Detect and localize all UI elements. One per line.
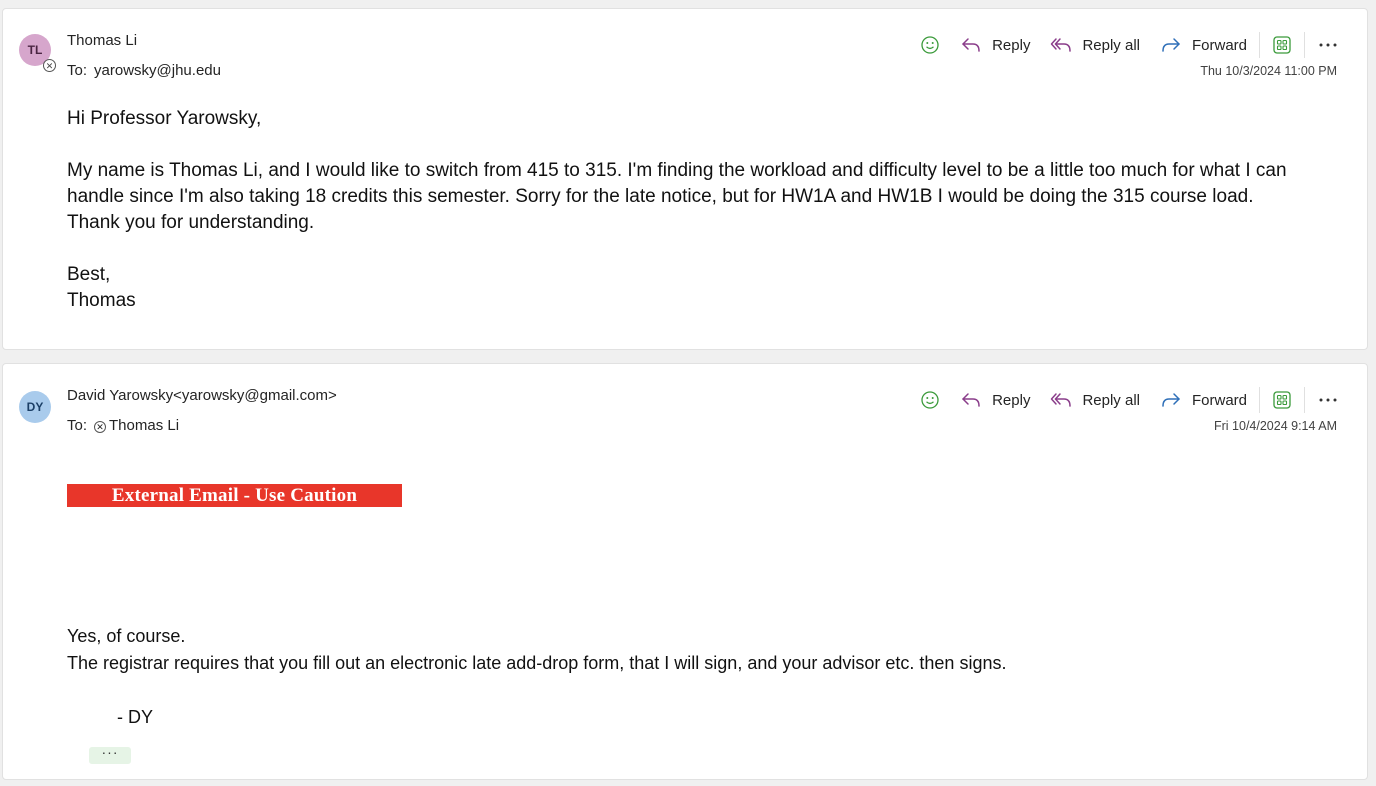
forward-arrow-icon	[1162, 38, 1180, 52]
forward-label: Forward	[1191, 391, 1247, 409]
divider	[1259, 387, 1260, 413]
status-blocked-icon: ✕	[43, 59, 56, 72]
message-body: Yes, of course. The registrar requires t…	[67, 623, 1307, 731]
message-actions: Reply Reply all Forward	[920, 32, 1339, 58]
body-closing: Best,	[67, 264, 111, 285]
react-button[interactable]	[920, 35, 940, 55]
body-paragraph: My name is Thomas Li, and I would like t…	[67, 160, 1287, 233]
to-label: To:	[67, 62, 88, 79]
external-email-banner: External Email - Use Caution	[67, 484, 402, 507]
reply-all-arrow-icon	[1051, 393, 1072, 407]
reply-all-button[interactable]: Reply all	[1050, 391, 1140, 409]
body-line: The registrar requires that you fill out…	[67, 653, 1007, 673]
more-horizontal-icon	[1319, 398, 1337, 402]
message-timestamp: Fri 10/4/2024 9:14 AM	[1214, 419, 1337, 433]
message-card: DY David Yarowsky<yarowsky@gmail.com> To…	[2, 363, 1368, 780]
body-signature: Thomas	[67, 290, 136, 311]
forward-button[interactable]: Forward	[1160, 36, 1247, 54]
reply-all-button[interactable]: Reply all	[1050, 36, 1140, 54]
divider	[1259, 32, 1260, 58]
apps-button[interactable]	[1272, 35, 1292, 55]
message-actions: Reply Reply all Forward	[920, 387, 1339, 413]
apps-grid-icon	[1273, 36, 1291, 54]
body-signature: - DY	[117, 707, 153, 727]
react-button[interactable]	[920, 390, 940, 410]
to-label: To:	[67, 417, 88, 434]
recipient-line: To: ✕ Thomas Li	[67, 417, 179, 434]
avatar[interactable]: TL ✕	[19, 34, 56, 72]
more-horizontal-icon	[1319, 43, 1337, 47]
avatar-initials: TL	[27, 43, 43, 57]
reply-all-arrow-icon	[1051, 38, 1072, 52]
status-blocked-icon: ✕	[94, 421, 107, 433]
reply-button[interactable]: Reply	[960, 391, 1030, 409]
apps-grid-icon	[1273, 391, 1291, 409]
reply-all-label: Reply all	[1082, 36, 1140, 54]
reply-arrow-icon	[962, 38, 980, 52]
recipient[interactable]: Thomas Li	[109, 417, 179, 434]
divider	[1304, 32, 1305, 58]
show-trimmed-content-button[interactable]: ···	[89, 745, 131, 764]
body-line: Yes, of course.	[67, 626, 186, 646]
smiley-icon	[921, 391, 939, 409]
divider	[1304, 387, 1305, 413]
more-actions-button[interactable]	[1317, 390, 1339, 410]
forward-arrow-icon	[1162, 393, 1180, 407]
reply-label: Reply	[992, 391, 1031, 409]
forward-button[interactable]: Forward	[1160, 391, 1247, 409]
apps-button[interactable]	[1272, 390, 1292, 410]
message-card: TL ✕ Thomas Li To: yarowsky@jhu.edu Reply…	[2, 8, 1368, 350]
reply-arrow-icon	[962, 393, 980, 407]
smiley-icon	[921, 36, 939, 54]
sender-name[interactable]: David Yarowsky<yarowsky@gmail.com>	[67, 387, 337, 404]
sender-name[interactable]: Thomas Li	[67, 32, 137, 49]
avatar-initials: DY	[26, 400, 44, 414]
message-body: Hi Professor Yarowsky, My name is Thomas…	[67, 106, 1307, 314]
more-actions-button[interactable]	[1317, 35, 1339, 55]
recipient[interactable]: yarowsky@jhu.edu	[94, 62, 221, 79]
recipient-line: To: yarowsky@jhu.edu	[67, 62, 221, 79]
reply-all-label: Reply all	[1082, 391, 1140, 409]
forward-label: Forward	[1191, 36, 1247, 54]
message-timestamp: Thu 10/3/2024 11:00 PM	[1200, 64, 1337, 78]
reply-button[interactable]: Reply	[960, 36, 1030, 54]
reply-label: Reply	[992, 36, 1031, 54]
avatar[interactable]: DY	[19, 391, 51, 423]
body-greeting: Hi Professor Yarowsky,	[67, 108, 262, 129]
